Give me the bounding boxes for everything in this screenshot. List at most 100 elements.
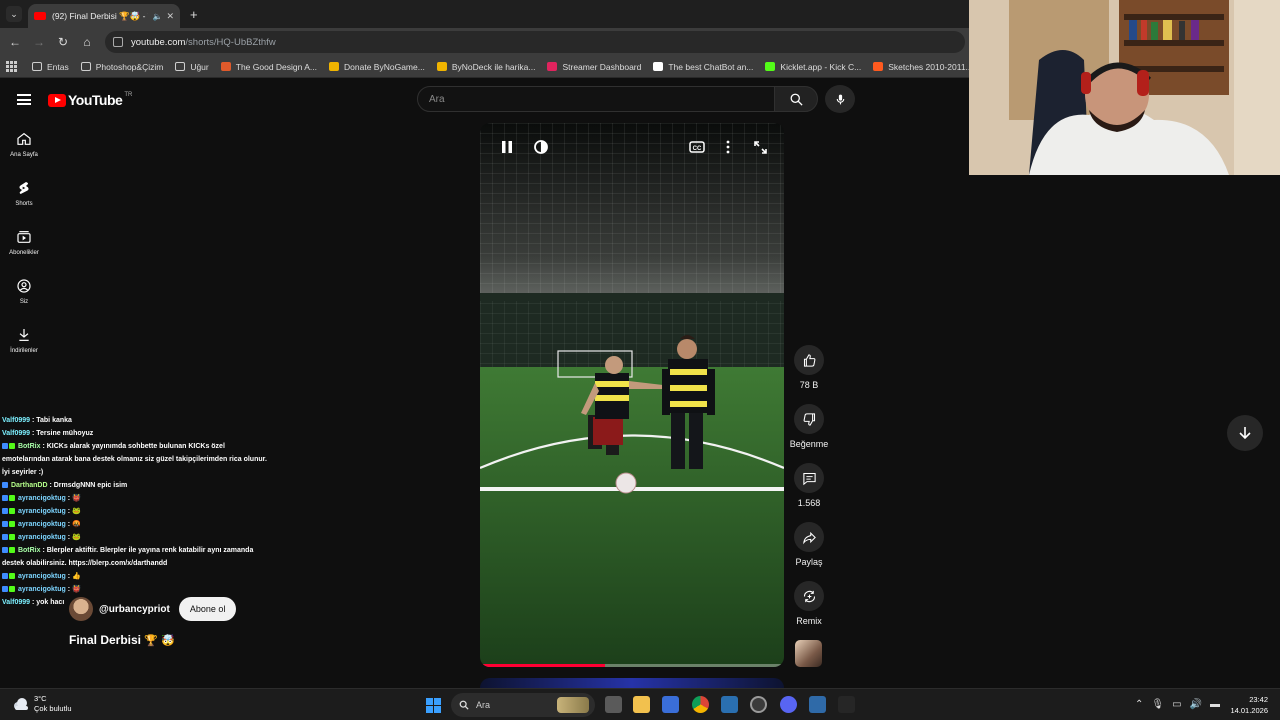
- video-progress-bar[interactable]: [480, 664, 784, 667]
- bookmark-item[interactable]: Entas: [32, 62, 69, 72]
- bookmark-item[interactable]: Photoshop&Çizim: [80, 62, 163, 72]
- network-icon[interactable]: ▭: [1172, 699, 1181, 710]
- action-label: 78 B: [799, 380, 819, 390]
- nav-item-home[interactable]: Ana Sayfa: [0, 120, 48, 169]
- microsoft-store-icon[interactable]: [662, 696, 679, 713]
- nav-item-download[interactable]: İndirilenler: [0, 316, 48, 365]
- channel-handle[interactable]: @urbancypriot: [99, 604, 170, 615]
- tab-search-button[interactable]: ⌄: [6, 6, 22, 22]
- taskbar-search[interactable]: Ara: [451, 693, 595, 717]
- action-label: 1.568: [797, 498, 821, 508]
- next-video-button[interactable]: [1227, 415, 1263, 451]
- channel-avatar[interactable]: [69, 597, 93, 621]
- volume-button[interactable]: [534, 140, 550, 159]
- bookmark-item[interactable]: Sketches 2010-2011...: [873, 62, 973, 72]
- nav-item-subscriptions[interactable]: Abonelikler: [0, 218, 48, 267]
- bookmark-item[interactable]: Donate ByNoGame...: [329, 62, 425, 72]
- chrome-icon[interactable]: [692, 696, 709, 713]
- bookmark-label: The best ChatBot an...: [668, 61, 754, 72]
- comment-circle: [794, 463, 824, 493]
- bookmark-item[interactable]: Uğur: [175, 62, 209, 72]
- url-host: youtube.com: [131, 36, 186, 48]
- bookmark-item[interactable]: ByNoDeck ile harika...: [436, 61, 536, 72]
- bookmark-item[interactable]: The Good Design A...: [220, 62, 317, 72]
- speaker-icon[interactable]: 🔊: [1190, 699, 1202, 710]
- bookmark-item[interactable]: Kicklet.app - Kick C...: [765, 62, 861, 72]
- chat-text: : yok hacı: [31, 599, 65, 606]
- obs-icon[interactable]: [750, 696, 767, 713]
- file-explorer-icon[interactable]: [633, 696, 650, 713]
- comment-icon: [802, 472, 816, 485]
- chat-text: : DrmsdgNNN epic isim: [49, 482, 128, 489]
- search-icon: [790, 93, 803, 106]
- dislike-button[interactable]: Beğenme: [789, 404, 829, 463]
- nav-item-label: Abonelikler: [9, 250, 39, 256]
- captions-button[interactable]: CC: [689, 140, 705, 159]
- site-icon: [547, 62, 558, 71]
- shorts-player[interactable]: CC: [480, 123, 784, 667]
- search-button[interactable]: [774, 86, 818, 112]
- pause-button[interactable]: [500, 140, 514, 159]
- chat-text: : 👹: [67, 586, 81, 593]
- nav-item-shorts[interactable]: Shorts: [0, 169, 48, 218]
- system-tray: ⌃ 🎙 ▭ 🔊 ▬: [1135, 699, 1220, 710]
- fullscreen-button[interactable]: [753, 140, 768, 160]
- weather-desc: Çok bulutlu: [34, 704, 72, 713]
- video-title[interactable]: Final Derbisi 🏆 🤯: [69, 633, 175, 647]
- chat-message: ayrancigoktug : 🐸: [2, 531, 272, 544]
- site-info-icon[interactable]: [113, 37, 123, 47]
- site-icon: [765, 62, 776, 71]
- chat-message: ayrancigoktug : 👹: [2, 583, 272, 596]
- battery-icon[interactable]: ▬: [1210, 699, 1220, 710]
- tab-title: (92) Final Derbisi 🏆🤯 - YouTube: [52, 10, 148, 21]
- bookmark-item[interactable]: Streamer Dashboard: [547, 62, 641, 72]
- more-options-button[interactable]: [723, 140, 733, 159]
- chevron-up-icon[interactable]: ⌃: [1135, 699, 1143, 710]
- apps-grid-icon[interactable]: [6, 60, 18, 73]
- shorts-icon: [19, 182, 29, 194]
- chat-badge-icon: [9, 495, 15, 502]
- steam-icon[interactable]: [721, 696, 738, 713]
- bookmark-label: ByNoDeck ile harika...: [451, 61, 536, 72]
- chat-message: ayrancigoktug : 🐸: [2, 505, 272, 518]
- share-button[interactable]: Paylaş: [789, 522, 829, 581]
- windows-start-icon[interactable]: [426, 698, 441, 713]
- home-button[interactable]: ⌂: [75, 35, 99, 49]
- site-icon: [220, 62, 231, 71]
- tab-close-icon[interactable]: ✕: [166, 11, 174, 22]
- discord-icon[interactable]: [780, 696, 797, 713]
- stream-chat-overlay: Valf0999 : Tabi kanka Valf0999 : Tersine …: [2, 414, 272, 609]
- nav-item-account[interactable]: Siz: [0, 267, 48, 316]
- microphone-icon[interactable]: 🎙: [1151, 699, 1164, 710]
- task-view-icon[interactable]: [605, 696, 622, 713]
- browser-tab-active[interactable]: (92) Final Derbisi 🏆🤯 - YouTube 🔈 ✕: [28, 4, 180, 28]
- tab-audio-icon[interactable]: 🔈: [152, 12, 162, 21]
- youtube-play-logo-icon: [48, 93, 66, 107]
- weather-widget[interactable]: 3°C Çok bulutlu: [12, 694, 72, 714]
- chat-badge-icon: [2, 495, 8, 502]
- chat-text: : 🐸: [67, 508, 81, 515]
- search-input[interactable]: [429, 93, 774, 105]
- sound-thumbnail[interactable]: [795, 640, 822, 667]
- epic-games-icon[interactable]: [838, 696, 855, 713]
- bookmark-item[interactable]: The best ChatBot an...: [653, 62, 753, 72]
- subscribe-button[interactable]: Abone ol: [178, 597, 237, 621]
- new-tab-button[interactable]: +: [190, 7, 198, 22]
- remix-button[interactable]: Remix: [789, 581, 829, 640]
- search-box: [417, 86, 775, 112]
- forward-button[interactable]: →: [27, 35, 51, 49]
- home-icon: [17, 132, 31, 145]
- guide-menu-icon[interactable]: [17, 94, 31, 105]
- address-bar[interactable]: youtube.com/shorts/HQ-UbBZthfw: [105, 31, 965, 53]
- weather-temp: 3°C: [34, 694, 47, 703]
- youtube-logo[interactable]: YouTube TR: [48, 92, 132, 108]
- reload-button[interactable]: ↻: [51, 35, 75, 49]
- photos-icon[interactable]: [809, 696, 826, 713]
- back-button[interactable]: ←: [3, 35, 27, 49]
- comment-button[interactable]: 1.568: [789, 463, 829, 522]
- voice-search-button[interactable]: [825, 85, 855, 113]
- taskbar-clock[interactable]: 23:42 14.01.2026: [1230, 694, 1268, 716]
- chat-badge-icon: [9, 521, 15, 528]
- chat-badge-icon: [2, 482, 8, 489]
- like-button[interactable]: 78 B: [789, 345, 829, 404]
